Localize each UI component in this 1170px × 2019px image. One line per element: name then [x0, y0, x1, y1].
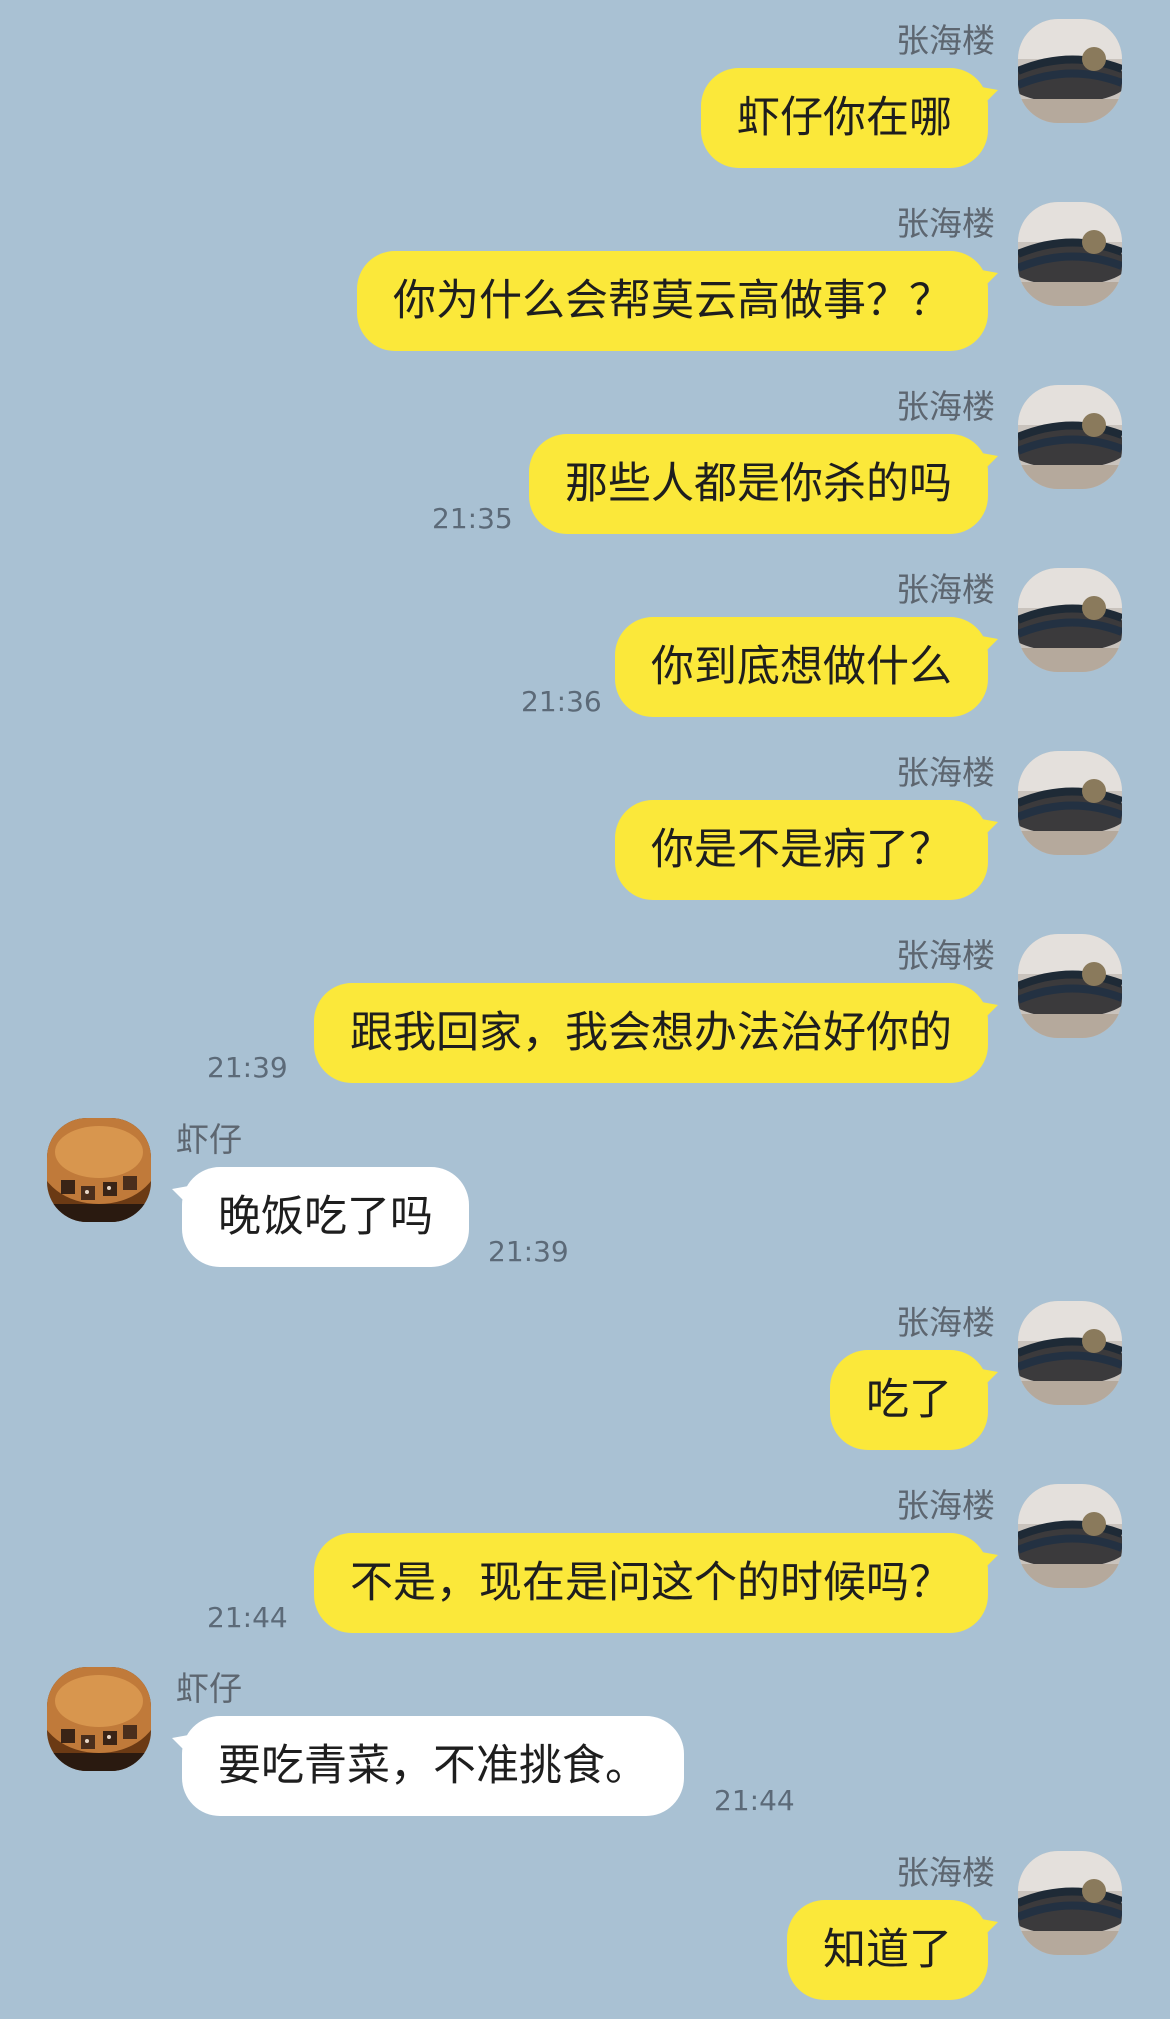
- bubble-tail: [976, 1001, 998, 1023]
- avatar-zhanghailou[interactable]: [1018, 1484, 1122, 1588]
- sender-name: 张海楼: [896, 1853, 995, 1892]
- avatar-zhanghailou[interactable]: [1018, 19, 1122, 123]
- bubble-tail: [976, 452, 998, 474]
- bubble-tail: [172, 1185, 194, 1207]
- sender-name: 张海楼: [896, 570, 995, 609]
- message-text: 要吃青菜，不准挑食。: [218, 1741, 648, 1791]
- message-bubble[interactable]: 吃了: [830, 1350, 998, 1450]
- bubble-tail: [976, 818, 998, 840]
- message-bubble[interactable]: 晚饭吃了吗: [172, 1167, 469, 1267]
- sender-name: 张海楼: [896, 1303, 995, 1342]
- message-text: 虾仔你在哪: [737, 93, 952, 143]
- message-bubble[interactable]: 知道了: [787, 1900, 998, 2000]
- message-text: 你为什么会帮莫云高做事？？: [393, 276, 952, 326]
- sender-name: 虾仔: [176, 1120, 242, 1159]
- sender-name: 张海楼: [896, 21, 995, 60]
- bubble-tail: [976, 1918, 998, 1940]
- bubble-tail: [172, 1734, 194, 1756]
- message-bubble[interactable]: 要吃青菜，不准挑食。: [172, 1716, 684, 1816]
- avatar-zhanghailou[interactable]: [1018, 202, 1122, 306]
- bubble-tail: [976, 86, 998, 108]
- message-time: 21:39: [207, 1051, 288, 1084]
- avatar-zhanghailou[interactable]: [1018, 934, 1122, 1038]
- message-bubble[interactable]: 你到底想做什么: [615, 617, 998, 717]
- sender-name: 张海楼: [896, 753, 995, 792]
- avatar-zhanghailou[interactable]: [1018, 385, 1122, 489]
- bubble-tail: [976, 269, 998, 291]
- bubble-tail: [976, 1368, 998, 1390]
- message-text: 知道了: [823, 1925, 952, 1975]
- message-bubble[interactable]: 你是不是病了？: [615, 800, 998, 900]
- message-bubble[interactable]: 你为什么会帮莫云高做事？？: [357, 251, 998, 351]
- message-text: 你到底想做什么: [651, 642, 952, 692]
- sender-name: 张海楼: [896, 1486, 995, 1525]
- message-bubble[interactable]: 不是，现在是问这个的时候吗？: [314, 1533, 998, 1633]
- message-bubble[interactable]: 跟我回家，我会想办法治好你的: [314, 983, 998, 1083]
- sender-name: 虾仔: [176, 1669, 242, 1708]
- message-time: 21:35: [432, 502, 513, 535]
- message-text: 你是不是病了？: [651, 825, 952, 875]
- avatar-xiazai[interactable]: [47, 1118, 151, 1222]
- message-time: 21:44: [207, 1601, 288, 1634]
- avatar-xiazai[interactable]: [47, 1667, 151, 1771]
- message-bubble[interactable]: 那些人都是你杀的吗: [529, 434, 998, 534]
- avatar-zhanghailou[interactable]: [1018, 1851, 1122, 1955]
- message-text: 吃了: [866, 1375, 952, 1425]
- message-text: 不是，现在是问这个的时候吗？: [350, 1558, 952, 1608]
- message-time: 21:39: [488, 1235, 569, 1268]
- message-text: 晚饭吃了吗: [218, 1192, 433, 1242]
- message-time: 21:36: [521, 685, 602, 718]
- avatar-zhanghailou[interactable]: [1018, 568, 1122, 672]
- sender-name: 张海楼: [896, 387, 995, 426]
- message-bubble[interactable]: 虾仔你在哪: [701, 68, 998, 168]
- bubble-tail: [976, 635, 998, 657]
- chat-area[interactable]: 张海楼 虾仔你在哪 张海楼 你为什么会帮莫云高做事？？ 张海楼 那些人都是你杀的…: [0, 0, 1170, 2019]
- sender-name: 张海楼: [896, 936, 995, 975]
- bubble-tail: [976, 1551, 998, 1573]
- avatar-zhanghailou[interactable]: [1018, 1301, 1122, 1405]
- message-text: 跟我回家，我会想办法治好你的: [350, 1008, 952, 1058]
- avatar-zhanghailou[interactable]: [1018, 751, 1122, 855]
- message-time: 21:44: [714, 1784, 795, 1817]
- message-text: 那些人都是你杀的吗: [565, 459, 952, 509]
- sender-name: 张海楼: [896, 204, 995, 243]
